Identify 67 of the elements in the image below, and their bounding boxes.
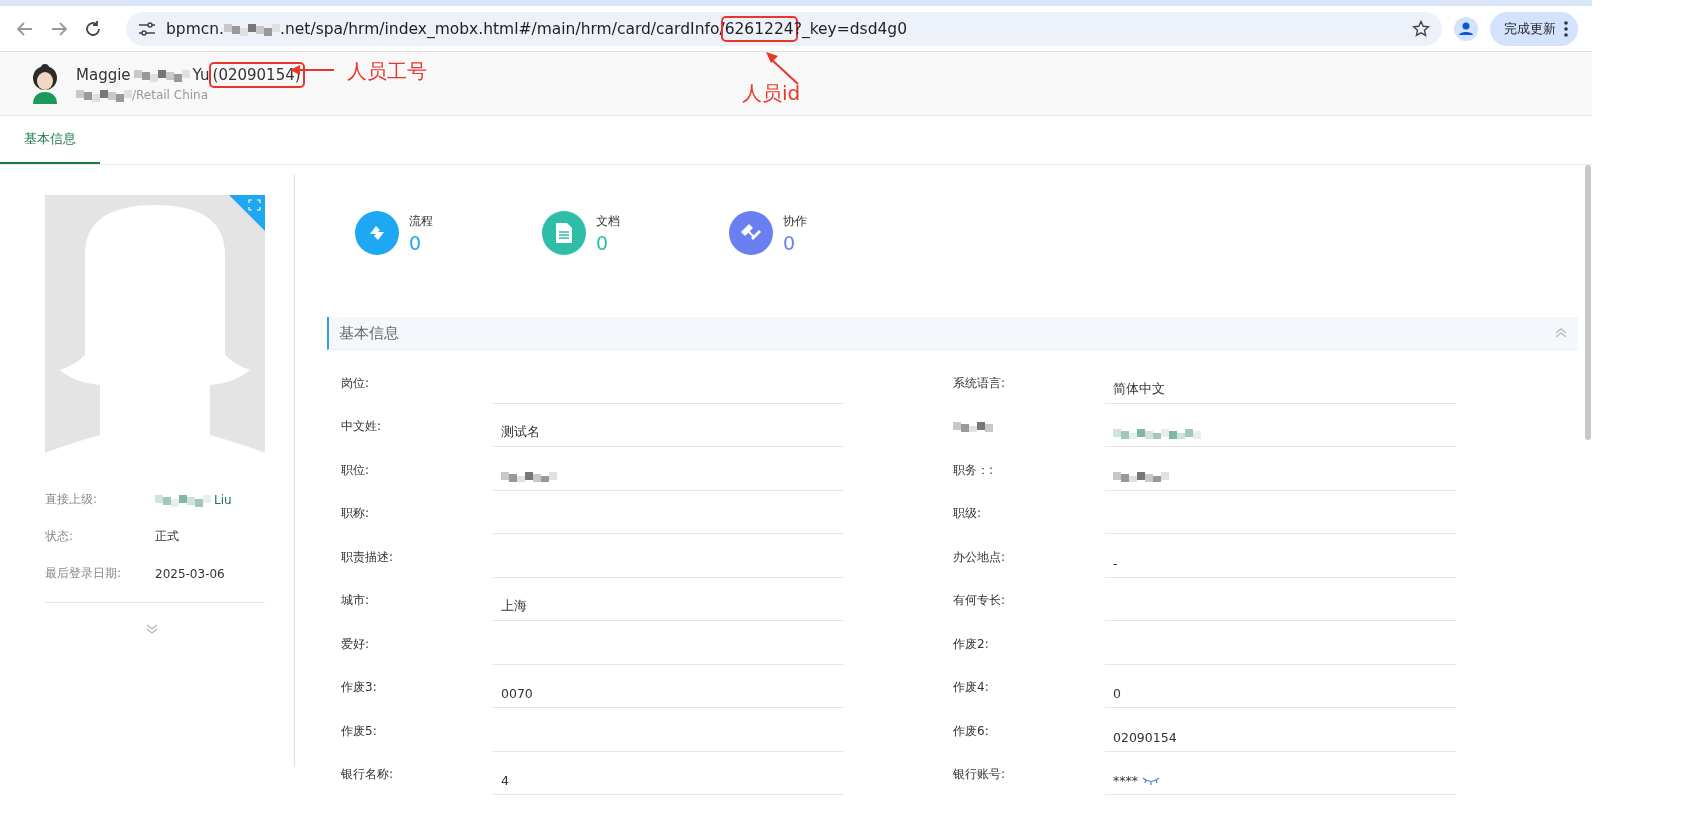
field-label: 职级:	[953, 506, 982, 520]
avatar-icon	[30, 63, 60, 104]
redacted-text	[155, 492, 211, 507]
hidden-eye-icon[interactable]	[1142, 776, 1160, 785]
value-text: 4	[501, 773, 509, 788]
section-header[interactable]: 基本信息	[327, 317, 1578, 350]
stat-icon-circle[interactable]	[355, 211, 399, 255]
employee-name-text: Yu	[192, 65, 210, 84]
redacted-text	[76, 87, 132, 102]
annotation-label: 人员工号	[347, 58, 427, 85]
value-text: 02090154	[1113, 729, 1177, 745]
profile-icon[interactable]	[1454, 16, 1478, 41]
field-label: 办公地点:	[953, 549, 1006, 564]
field-label: 作废4:	[953, 680, 989, 694]
fullscreen-icon[interactable]	[229, 195, 265, 231]
bookmark-star-icon[interactable]	[1412, 19, 1430, 38]
field-label: 职务：:	[953, 462, 994, 477]
scrollbar[interactable]	[1585, 165, 1591, 440]
stat-count[interactable]: 0	[783, 232, 807, 254]
field-label: 银行账号:	[953, 767, 1006, 781]
annotation-label: 人员id	[742, 80, 801, 107]
more-icon	[1564, 20, 1568, 37]
value-text: 0	[1113, 686, 1121, 701]
update-button[interactable]: 完成更新	[1490, 11, 1578, 46]
info-label: 状态:	[45, 528, 75, 545]
stat-label: 流程	[409, 213, 433, 230]
field-label: 中文姓:	[341, 419, 382, 433]
field-label: 作废3:	[341, 680, 377, 694]
stat-icon-circle[interactable]	[729, 211, 773, 255]
supervisor-link[interactable]: Liu	[214, 492, 232, 507]
document-icon	[555, 222, 573, 244]
field-label: 有何专长:	[953, 593, 1006, 607]
value-text: 简体中文	[1113, 380, 1165, 398]
field-label: 职称:	[341, 506, 370, 520]
annotation-arrow	[766, 52, 800, 86]
department-text: /Retail China	[132, 87, 209, 102]
value-text: 0070	[501, 686, 533, 701]
stat-icon-circle[interactable]	[542, 211, 586, 255]
field-label: 作废6:	[953, 723, 989, 738]
info-label: 直接上级:	[45, 491, 99, 508]
collapse-chevron-icon[interactable]	[1554, 327, 1568, 339]
field-label: 爱好:	[341, 636, 370, 651]
tab[interactable]: 基本信息	[0, 116, 100, 164]
value-text: 上海	[501, 598, 527, 615]
stat-label: 协作	[783, 213, 807, 230]
info-label: 最后登录日期:	[45, 565, 123, 582]
field-label: 职位:	[341, 462, 370, 477]
url-text: bpmcn.	[166, 19, 225, 38]
info-value: 正式	[155, 528, 179, 545]
employee-name-text: Maggie	[76, 65, 131, 84]
field-label: 银行名称:	[341, 767, 394, 781]
field-label: 岗位:	[341, 375, 370, 390]
field-label: 职责描述:	[341, 549, 394, 564]
value-text: -	[1113, 555, 1118, 571]
stat-label: 文档	[596, 213, 620, 230]
section-title: 基本信息	[339, 323, 399, 343]
info-value: 2025-03-06	[155, 566, 225, 581]
value-text: 测试名	[501, 424, 540, 441]
redacted-text	[133, 67, 190, 82]
field-label: 系统语言:	[953, 375, 1006, 390]
field-label: 作废2:	[953, 636, 989, 651]
value-text: ****	[1113, 773, 1138, 788]
site-settings-icon[interactable]	[138, 20, 156, 37]
redacted-text	[224, 21, 281, 36]
field-label: 城市:	[341, 593, 370, 607]
expand-chevron-icon[interactable]	[145, 623, 159, 635]
field-label: 作废5:	[341, 723, 377, 738]
